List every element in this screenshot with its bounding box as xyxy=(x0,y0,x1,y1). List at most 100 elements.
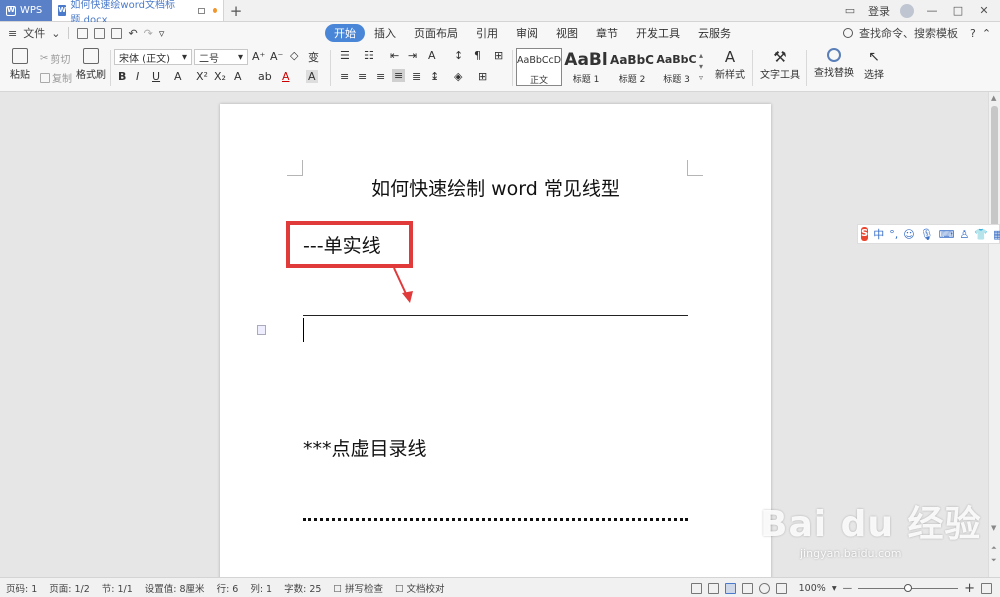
doc-proof-button[interactable]: ☐ 文档校对 xyxy=(395,581,445,595)
distribute-icon[interactable]: ≣ xyxy=(412,70,421,83)
spell-check-button[interactable]: ☐ 拼写检查 xyxy=(333,581,383,595)
redo-icon[interactable]: ↷ xyxy=(144,27,153,40)
char-shading-icon[interactable]: A xyxy=(306,70,318,83)
fit-page-icon[interactable] xyxy=(981,582,992,594)
prev-page-icon[interactable]: ⏶ xyxy=(991,544,997,553)
copy-button[interactable]: 复制 xyxy=(40,70,72,85)
page-count[interactable]: 页面: 1/2 xyxy=(49,581,90,595)
user-icon[interactable]: ♙ xyxy=(960,228,970,241)
wps-app-tab[interactable]: W WPS xyxy=(0,0,52,21)
line-spacing-icon[interactable]: ↨ xyxy=(430,70,439,83)
table-icon[interactable]: ⊞ xyxy=(494,49,503,62)
justify-icon[interactable]: ≡ xyxy=(392,69,406,82)
maximize-button[interactable]: □ xyxy=(950,4,966,17)
chinese-layout-icon[interactable]: A xyxy=(428,49,436,62)
new-style-button[interactable]: A 新样式 xyxy=(712,48,748,81)
outline-view-icon[interactable] xyxy=(741,582,753,594)
document-title[interactable]: 如何快速绘制 word 常见线型 xyxy=(220,174,771,201)
toolbox-icon[interactable]: ▦ xyxy=(993,228,1000,241)
scroll-down-icon[interactable]: ▼ xyxy=(991,524,996,532)
hamburger-icon[interactable]: ≡ xyxy=(8,27,17,40)
align-center-icon[interactable]: ≡ xyxy=(358,70,367,83)
shading-icon[interactable]: ◈ xyxy=(454,70,462,83)
eye-protect-icon[interactable] xyxy=(775,582,787,594)
heading-dotted-line[interactable]: ***点虚目录线 xyxy=(303,434,427,461)
web-view-icon[interactable] xyxy=(758,582,770,594)
clear-format-icon[interactable]: ◇ xyxy=(290,49,298,62)
save-icon[interactable] xyxy=(77,27,89,39)
grow-font-icon[interactable]: A⁺ xyxy=(252,50,265,63)
italic-icon[interactable]: I xyxy=(136,70,139,83)
tab-developer[interactable]: 开发工具 xyxy=(627,24,689,42)
style-normal[interactable]: AaBbCcD 正文 xyxy=(516,48,562,86)
document-tab[interactable]: W 如何快速绘word文档标题.docx xyxy=(52,0,224,26)
font-size-select[interactable]: 二号 ▾ xyxy=(194,49,248,65)
tab-insert[interactable]: 插入 xyxy=(365,24,405,42)
microphone-icon[interactable]: 🎙 xyxy=(920,228,934,241)
monitor-icon[interactable] xyxy=(197,7,205,14)
chevron-down-icon[interactable]: ⌄ xyxy=(51,27,60,40)
find-replace-button[interactable]: 查找替换 xyxy=(812,48,856,79)
select-button[interactable]: ↖ 选择 xyxy=(860,48,888,81)
tab-page-layout[interactable]: 页面布局 xyxy=(405,24,467,42)
text-tools-button[interactable]: ⚒ 文字工具 xyxy=(758,48,802,81)
paste-button[interactable]: 粘贴 xyxy=(6,48,34,81)
login-link[interactable]: 登录 xyxy=(868,3,890,19)
bullet-list-icon[interactable]: ☰ xyxy=(340,49,350,62)
tab-view[interactable]: 视图 xyxy=(547,24,587,42)
superscript-icon[interactable]: X² xyxy=(196,70,208,83)
tab-section[interactable]: 章节 xyxy=(587,24,627,42)
align-right-icon[interactable]: ≡ xyxy=(376,70,385,83)
page-view-icon[interactable] xyxy=(724,582,736,594)
sort-icon[interactable]: ↕ xyxy=(454,49,463,62)
print-preview-icon[interactable] xyxy=(111,27,123,39)
phonetic-icon[interactable]: 变 xyxy=(308,49,319,65)
document-page[interactable]: 如何快速绘制 word 常见线型 ---单实线 ***点虚目录线 xyxy=(220,104,771,577)
increase-indent-icon[interactable]: ⇥ xyxy=(408,49,417,62)
help-button[interactable]: ? xyxy=(970,27,976,40)
sogou-logo-icon[interactable]: S xyxy=(861,227,869,241)
align-left-icon[interactable]: ≡ xyxy=(340,70,349,83)
zoom-out-button[interactable]: — xyxy=(843,583,853,594)
ime-punctuation[interactable]: °, xyxy=(889,228,898,241)
border-icon[interactable]: ⊞ xyxy=(478,70,487,83)
zoom-slider-knob[interactable] xyxy=(904,583,913,592)
column-number[interactable]: 列: 1 xyxy=(250,581,272,595)
zoom-in-button[interactable]: + xyxy=(964,581,975,596)
ime-mode[interactable]: 中 xyxy=(873,226,884,242)
minimize-button[interactable]: — xyxy=(924,4,940,17)
set-value[interactable]: 设置值: 8厘米 xyxy=(145,581,205,595)
zoom-level[interactable]: 100% xyxy=(799,583,826,594)
format-painter-button[interactable]: 格式刷 xyxy=(76,48,106,81)
keyboard-icon[interactable]: ⌨ xyxy=(939,228,955,241)
numbered-list-icon[interactable]: ☷ xyxy=(364,49,374,62)
skin-icon[interactable]: 👕 xyxy=(974,228,988,241)
close-button[interactable]: ✕ xyxy=(976,4,992,17)
decrease-indent-icon[interactable]: ⇤ xyxy=(390,49,399,62)
page-number[interactable]: 页码: 1 xyxy=(6,581,37,595)
section-number[interactable]: 节: 1/1 xyxy=(102,581,133,595)
style-heading-1[interactable]: AaBl 标题 1 xyxy=(563,48,609,86)
zoom-slider[interactable] xyxy=(858,583,959,592)
tab-cloud[interactable]: 云服务 xyxy=(689,24,740,42)
row-number[interactable]: 行: 6 xyxy=(217,581,239,595)
subscript-icon[interactable]: X₂ xyxy=(214,70,226,83)
bold-icon[interactable]: B xyxy=(118,70,126,83)
highlight-icon[interactable]: ab xyxy=(258,70,272,83)
shrink-font-icon[interactable]: A⁻ xyxy=(270,50,283,63)
strikethrough-icon[interactable]: A xyxy=(174,70,182,83)
style-heading-2[interactable]: AaBbC 标题 2 xyxy=(609,48,655,86)
tab-home[interactable]: 开始 xyxy=(325,24,365,42)
tab-references[interactable]: 引用 xyxy=(467,24,507,42)
file-menu[interactable]: 文件 xyxy=(23,25,45,41)
text-effect-icon[interactable]: A xyxy=(234,70,242,83)
fullscreen-icon[interactable] xyxy=(690,582,702,594)
customize-icon[interactable]: ▿ xyxy=(159,27,165,40)
font-name-select[interactable]: 宋体 (正文) ▾ xyxy=(114,49,192,65)
style-heading-3[interactable]: AaBbC 标题 3 xyxy=(655,48,698,86)
scrollbar-thumb[interactable] xyxy=(991,106,998,236)
tab-review[interactable]: 审阅 xyxy=(507,24,547,42)
cut-button[interactable]: ✂ 剪切 xyxy=(40,51,70,66)
print-icon[interactable] xyxy=(94,27,106,39)
show-marks-icon[interactable]: ¶ xyxy=(474,49,481,62)
